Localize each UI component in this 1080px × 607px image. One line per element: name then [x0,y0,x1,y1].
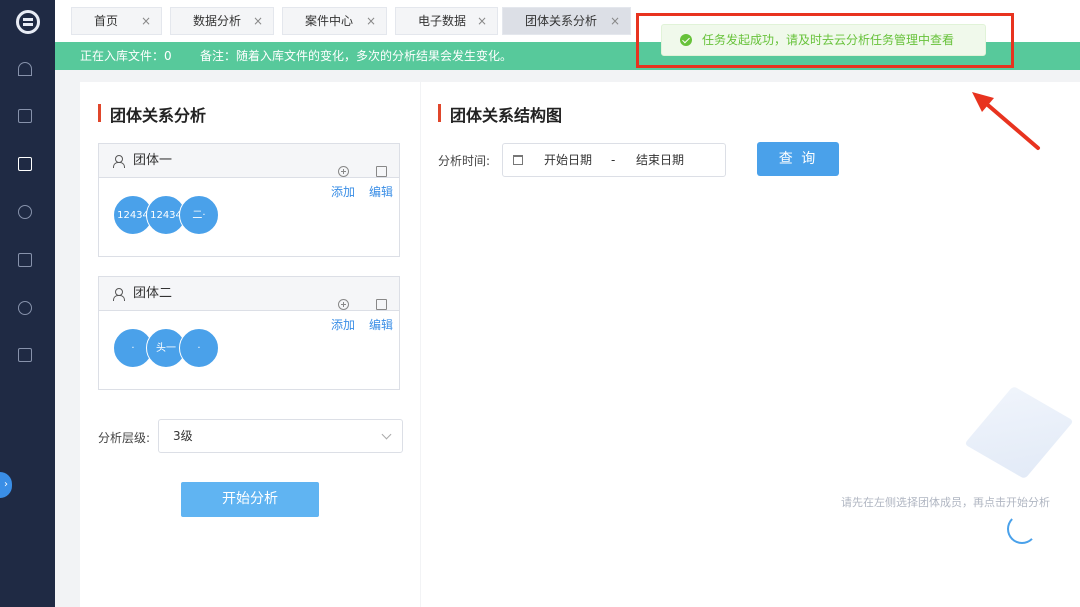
tab-electronic-data[interactable]: 电子数据 × [395,7,498,35]
trend-icon[interactable] [18,301,32,315]
add-label: 添加 [330,318,355,332]
importing-count: 正在入库文件：0 [80,49,172,63]
panel-title: 团体关系结构图 [438,102,562,126]
annotation-arrow-icon [972,92,1040,150]
close-icon[interactable]: × [253,8,263,34]
empty-state-illustration [964,385,1074,480]
add-member-button[interactable]: 添加 [329,299,357,333]
close-icon[interactable]: × [477,8,487,34]
edit-icon [375,299,387,310]
empty-state-text: 请先在左侧选择团体成员，再点击开始分析 [841,496,1050,509]
people-icon [113,155,125,168]
add-circle-icon [337,166,349,177]
level-label: 分析层级: [98,431,151,445]
sidebar: › [0,0,55,607]
group-analysis-panel: 团体关系分析 团体一 12434 12434 二· 添加 编辑 团体二 · 头一… [80,82,420,607]
start-analysis-button[interactable]: 开始分析 [181,482,319,517]
logo-icon [16,10,40,34]
time-label: 分析时间: [438,154,491,168]
tab-label: 团体关系分析 [525,14,598,28]
close-icon[interactable]: × [141,8,151,34]
chevron-down-icon [381,429,392,440]
analysis-icon[interactable] [18,205,32,219]
close-icon[interactable]: × [366,8,376,34]
end-date-input[interactable]: 结束日期 [636,144,684,176]
add-member-button[interactable]: 添加 [329,166,357,200]
tab-home[interactable]: 首页 × [71,7,162,35]
group-card-2: 团体二 · 头一 · 添加 编辑 [98,276,400,390]
notice-remark: 备注：随着入库文件的变化，多次的分析结果会发生变化。 [200,49,513,63]
group-card-1: 团体一 12434 12434 二· 添加 编辑 [98,143,400,257]
building-icon[interactable] [18,157,32,171]
document-icon[interactable] [18,253,32,267]
loading-spinner-icon [1007,514,1037,544]
people-icon [113,288,125,301]
edit-label: 编辑 [368,318,393,332]
sidebar-collapse-handle[interactable]: › [0,472,12,498]
group-name: 团体二 [133,286,173,301]
tab-label: 数据分析 [193,14,242,28]
edit-icon [375,166,387,177]
report-icon[interactable] [18,348,32,362]
chart-icon[interactable] [18,109,32,123]
date-range-picker[interactable]: 开始日期 - 结束日期 [502,143,726,177]
member-bubble[interactable]: 二· [179,195,219,235]
structure-graph-panel: 团体关系结构图 分析时间: 开始日期 - 结束日期 查 询 请先在左侧选择团体成… [421,82,1080,607]
edit-label: 编辑 [368,185,393,199]
range-separator: - [611,153,616,167]
add-circle-icon [337,299,349,310]
tab-label: 电子数据 [418,14,467,28]
tab-data-analysis[interactable]: 数据分析 × [170,7,274,35]
add-label: 添加 [330,185,355,199]
query-button[interactable]: 查 询 [757,142,839,176]
analysis-level-select[interactable]: 3级 [158,419,403,453]
panel-title: 团体关系分析 [98,102,206,126]
tab-label: 首页 [94,14,119,28]
home-icon[interactable] [18,62,32,76]
edit-group-button[interactable]: 编辑 [367,166,395,200]
tab-group-relation-analysis[interactable]: 团体关系分析 × [502,7,631,35]
tab-label: 案件中心 [305,14,354,28]
tab-case-center[interactable]: 案件中心 × [282,7,387,35]
level-value: 3级 [173,429,193,443]
annotation-highlight-box [636,13,1014,68]
start-date-input[interactable]: 开始日期 [544,144,592,176]
member-bubble[interactable]: · [179,328,219,368]
close-icon[interactable]: × [610,8,620,34]
calendar-icon [513,155,523,165]
edit-group-button[interactable]: 编辑 [367,299,395,333]
group-name: 团体一 [133,153,173,168]
